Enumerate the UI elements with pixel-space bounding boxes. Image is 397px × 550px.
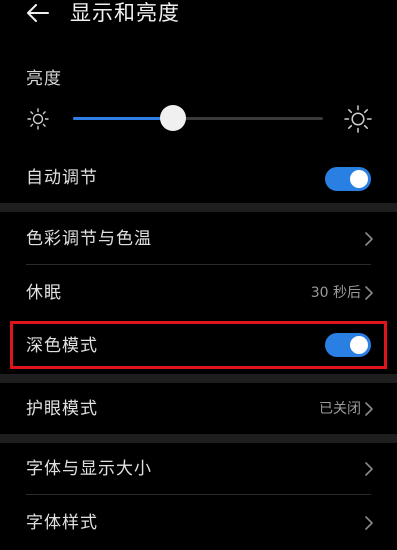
section-separator	[0, 203, 397, 212]
brightness-slider-fill	[73, 117, 173, 120]
font-display-size-row[interactable]: 字体与显示大小	[0, 443, 397, 495]
font-style-row[interactable]: 字体样式	[0, 497, 397, 549]
sleep-label: 休眠	[26, 283, 62, 303]
eye-care-label: 护眼模式	[26, 399, 98, 419]
sun-large-icon	[344, 105, 372, 133]
sun-small-icon	[27, 108, 49, 130]
color-temperature-row[interactable]: 色彩调节与色温	[0, 213, 397, 265]
auto-adjust-row[interactable]: 自动调节	[0, 152, 397, 204]
font-display-size-label: 字体与显示大小	[26, 459, 152, 479]
divider	[26, 494, 371, 495]
page-title: 显示和亮度	[70, 1, 180, 25]
section-separator	[0, 374, 397, 383]
chevron-right-icon	[365, 232, 373, 246]
toggle-knob	[350, 170, 368, 188]
chevron-right-icon	[365, 286, 373, 300]
chevron-right-icon	[365, 462, 373, 476]
brightness-slider[interactable]	[73, 105, 323, 131]
brightness-slider-thumb[interactable]	[160, 105, 186, 131]
color-temperature-label: 色彩调节与色温	[26, 229, 152, 249]
eye-care-value: 已关闭	[319, 401, 361, 417]
divider	[26, 264, 371, 265]
eye-care-row[interactable]: 护眼模式 已关闭	[0, 383, 397, 435]
highlight-box	[10, 321, 387, 369]
brightness-label: 亮度	[26, 69, 62, 89]
back-arrow-icon[interactable]	[26, 4, 50, 22]
font-style-label: 字体样式	[26, 513, 98, 533]
top-bar: 显示和亮度	[0, 0, 397, 32]
sleep-value: 30 秒后	[310, 285, 361, 301]
sleep-row[interactable]: 休眠 30 秒后	[0, 267, 397, 319]
chevron-right-icon	[365, 402, 373, 416]
section-separator	[0, 434, 397, 443]
auto-adjust-toggle[interactable]	[325, 167, 371, 191]
chevron-right-icon	[365, 516, 373, 530]
auto-adjust-label: 自动调节	[26, 168, 98, 188]
